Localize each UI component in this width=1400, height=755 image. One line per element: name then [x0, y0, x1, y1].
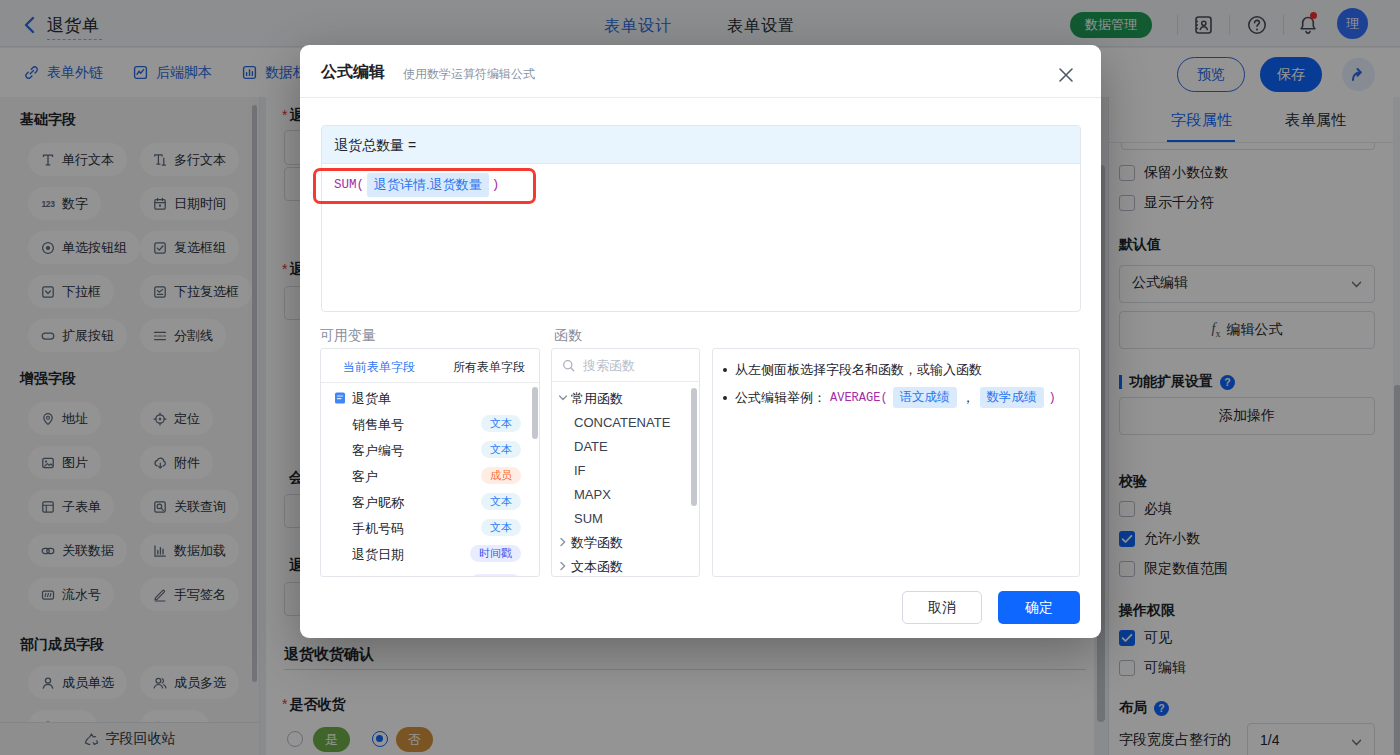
variable-type-badge: 子表单 — [470, 574, 521, 577]
function-group-label: 数学函数 — [571, 534, 623, 552]
variable-row[interactable]: 退货详情 子表单 — [321, 570, 539, 577]
formula-target: 退货总数量 = — [322, 126, 1080, 164]
tree-root-label: 退货单 — [352, 390, 391, 408]
caret-right-icon — [558, 561, 568, 571]
tips-panel: 从左侧面板选择字段名和函数，或输入函数 公式编辑举例： AVERAGE( 语文成… — [712, 348, 1080, 577]
variables-tabs: 当前表单字段 所有表单字段 — [321, 349, 539, 383]
function-item[interactable]: CONCATENATE — [552, 410, 699, 434]
variable-name: 退货日期 — [352, 546, 404, 564]
function-group-math[interactable]: 数学函数 — [552, 530, 699, 554]
formula-editor[interactable]: 退货总数量 = SUM( 退货详情.退货数量 ) — [321, 125, 1081, 312]
variable-row[interactable]: 客户编号 文本 — [321, 437, 539, 463]
tab-current-form-fields[interactable]: 当前表单字段 — [343, 359, 415, 376]
annotation-highlight-box — [313, 168, 536, 204]
example-field-chip: 语文成绩 — [893, 387, 957, 408]
variable-type-badge: 成员 — [481, 467, 521, 484]
variable-row[interactable]: 手机号码 文本 — [321, 515, 539, 541]
function-name: SUM — [574, 511, 603, 526]
search-icon — [562, 359, 575, 372]
cancel-button[interactable]: 取消 — [902, 591, 982, 624]
variables-panel: 当前表单字段 所有表单字段 退货单 销售单号 文本 客户编号 文本 客户 成员 … — [320, 348, 540, 577]
bullet-dot — [723, 396, 727, 400]
variables-label: 可用变量 — [320, 327, 376, 345]
formula-editor-modal: 公式编辑 使用数学运算符编辑公式 退货总数量 = SUM( 退货详情.退货数量 … — [300, 45, 1101, 638]
variable-name: 客户昵称 — [352, 494, 404, 512]
variable-row[interactable]: 销售单号 文本 — [321, 411, 539, 437]
example-fn-close: ) — [1049, 391, 1056, 405]
variables-scrollbar[interactable] — [532, 387, 538, 439]
confirm-button[interactable]: 确定 — [998, 591, 1080, 624]
functions-scrollbar[interactable] — [691, 388, 697, 506]
function-name: IF — [574, 463, 586, 478]
variable-name: 退货详情 — [352, 575, 404, 577]
function-group-label: 常用函数 — [571, 390, 623, 408]
variable-type-badge: 文本 — [481, 441, 521, 458]
tip-text: 从左侧面板选择字段名和函数，或输入函数 — [735, 361, 982, 379]
functions-label: 函数 — [554, 327, 582, 345]
functions-panel: 搜索函数 常用函数 CONCATENATE DATE IF MAPX SUM 数… — [551, 348, 700, 577]
tip-line-example: 公式编辑举例： AVERAGE( 语文成绩 ， 数学成绩 ) — [723, 387, 1056, 408]
bullet-dot — [723, 368, 727, 372]
function-name: CONCATENATE — [574, 415, 670, 430]
tip-text: 公式编辑举例： — [735, 389, 826, 407]
modal-title: 公式编辑 — [321, 62, 385, 83]
variable-row[interactable]: 客户 成员 — [321, 463, 539, 489]
variable-type-badge: 文本 — [481, 415, 521, 432]
variable-type-badge: 文本 — [481, 493, 521, 510]
variable-name: 手机号码 — [352, 520, 404, 538]
example-field-chip: 数学成绩 — [980, 387, 1044, 408]
function-item[interactable]: MAPX — [552, 482, 699, 506]
modal-subtitle: 使用数学运算符编辑公式 — [403, 66, 535, 83]
example-fn: AVERAGE( — [830, 391, 888, 405]
example-comma: ， — [962, 389, 975, 407]
function-group-common[interactable]: 常用函数 — [552, 386, 699, 410]
variable-row[interactable]: 退货日期 时间戳 — [321, 541, 539, 567]
function-name: DATE — [574, 439, 608, 454]
function-group-label: 文本函数 — [571, 558, 623, 576]
variable-name: 客户编号 — [352, 442, 404, 460]
search-placeholder: 搜索函数 — [583, 357, 635, 375]
function-name: MAPX — [574, 487, 611, 502]
tab-all-form-fields[interactable]: 所有表单字段 — [453, 359, 525, 376]
function-group-text[interactable]: 文本函数 — [552, 554, 699, 577]
variable-type-badge: 文本 — [481, 519, 521, 536]
variable-name: 客户 — [352, 468, 378, 486]
form-doc-icon — [333, 391, 347, 405]
close-icon[interactable] — [1057, 66, 1075, 84]
function-search[interactable]: 搜索函数 — [552, 349, 699, 382]
function-item[interactable]: DATE — [552, 434, 699, 458]
variable-name: 销售单号 — [352, 416, 404, 434]
caret-right-icon — [558, 537, 568, 547]
function-item[interactable]: IF — [552, 458, 699, 482]
app-window: 退货单 表单设计 表单设置 数据管理 理 表单外链 后端脚本 数据权 预览 保存 — [0, 0, 1400, 755]
tip-line: 从左侧面板选择字段名和函数，或输入函数 — [723, 361, 982, 379]
variable-type-badge: 时间戳 — [470, 545, 521, 562]
variable-row[interactable]: 客户昵称 文本 — [321, 489, 539, 515]
caret-down-icon — [558, 393, 568, 403]
modal-header: 公式编辑 使用数学运算符编辑公式 — [300, 45, 1101, 98]
tree-root-form[interactable]: 退货单 — [321, 385, 539, 411]
function-item[interactable]: SUM — [552, 506, 699, 530]
